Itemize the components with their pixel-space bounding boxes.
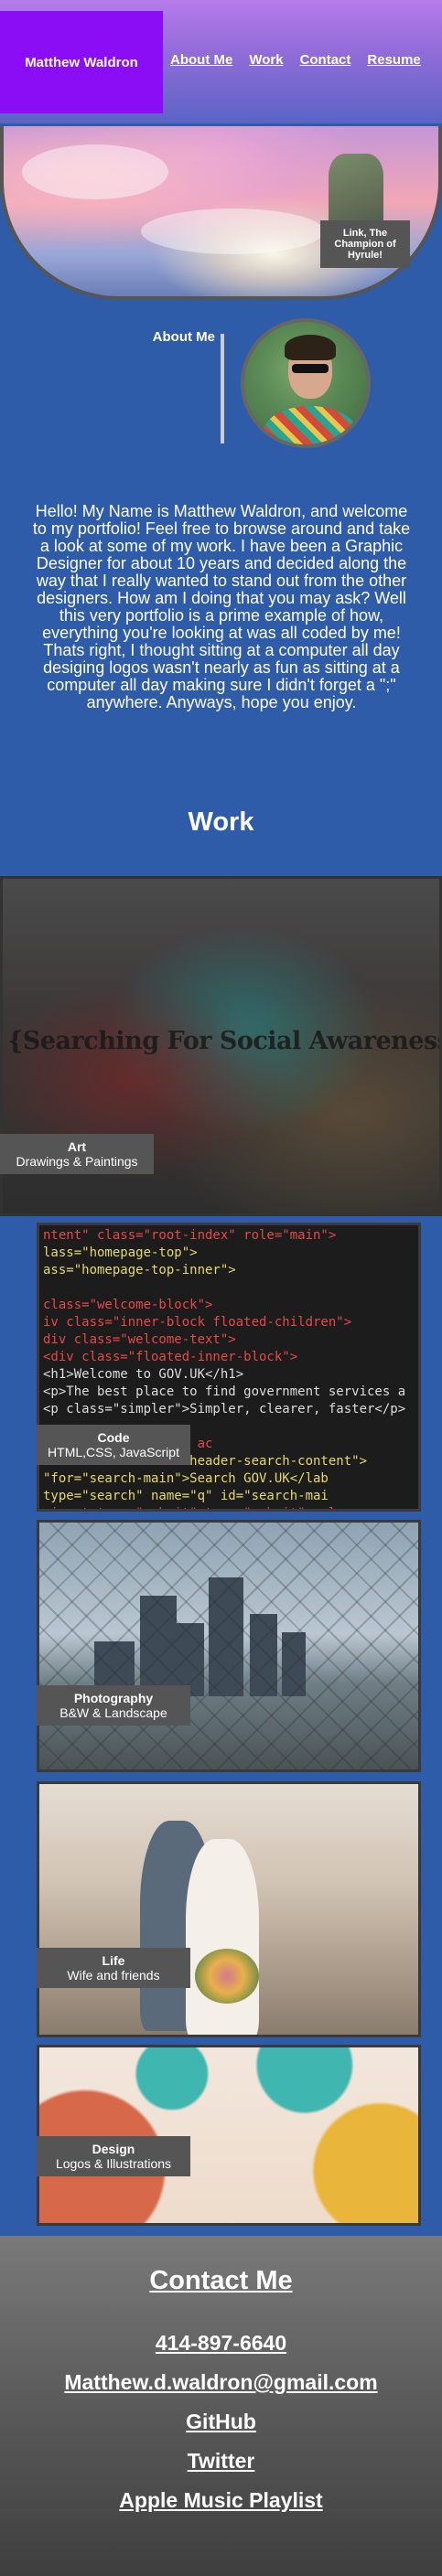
work-card-code[interactable]: ntent" class="root-index" role="main"> la… [37,1223,421,1512]
work-label-title: Life [102,1953,125,1968]
code-line: ass="homepage-top-inner"> [43,1263,236,1277]
about-me-heading: About Me [152,329,215,345]
code-line: <input type="submit" type="submit" value [43,1505,418,1509]
work-label-subtitle: Wife and friends [67,1968,160,1983]
code-line: <h1>Welcome to GOV.UK</h1> [43,1367,244,1382]
code-line: div class="welcome-text"> [43,1332,236,1347]
work-section-title: Work [188,807,254,837]
work-label-title: Design [92,2142,135,2156]
hero-cloud [22,144,168,199]
nav-work[interactable]: Work [249,52,283,68]
work-label-title: Art [67,1139,87,1154]
code-line: iv class="inner-block floated-children"> [43,1315,352,1330]
code-line: <p class="simpler">Simpler, clearer, fas… [43,1402,406,1416]
main-nav: About Me Work Contact Resume [170,52,421,68]
art-image-text: {Searching For Social Awareness} [7,1027,442,1055]
nav-resume[interactable]: Resume [367,52,420,68]
contact-section: Contact Me 414-897-6640 Matthew.d.waldro… [0,2236,442,2576]
life-bouquet [195,1949,259,2004]
avatar-glasses [292,364,329,373]
avatar-hair [285,335,336,360]
contact-phone-link[interactable]: 414-897-6640 [0,2331,442,2356]
code-line: <p>The best place to find government ser… [43,1384,406,1399]
work-label-subtitle: Drawings & Paintings [16,1154,138,1169]
work-label-title: Code [97,1430,130,1445]
contact-twitter-link[interactable]: Twitter [0,2449,442,2474]
hero-cloud [141,208,324,254]
work-label-art: Art Drawings & Paintings [0,1134,154,1174]
code-line: type="search" name="q" id="search-mai [43,1489,329,1503]
hero-banner-image [0,126,442,300]
profile-avatar [241,318,371,448]
brand-name: Matthew Waldron [25,54,138,70]
avatar-shirt [263,406,358,444]
work-label-photography: Photography B&W & Landscape [37,1685,190,1726]
work-card-design[interactable] [37,2045,421,2226]
hero-caption: Link, The Champion of Hyrule! [320,220,410,268]
code-line: ntent" class="root-index" role="main"> [43,1228,337,1243]
work-label-life: Life Wife and friends [37,1948,190,1988]
about-divider [221,334,224,444]
contact-email-link[interactable]: Matthew.d.waldron@gmail.com [0,2370,442,2395]
hero-character [329,154,383,227]
contact-title: Contact Me [149,2266,293,2295]
nav-about-me[interactable]: About Me [170,52,232,68]
photo-fence [39,1523,418,1769]
code-line: "for="search-main">Search GOV.UK</lab [43,1471,329,1486]
work-card-life[interactable] [37,1781,421,2037]
code-line: class="welcome-block"> [43,1298,213,1312]
work-label-title: Photography [73,1691,154,1705]
work-label-subtitle: Logos & Illustrations [55,2156,172,2171]
site-header: Matthew Waldron About Me Work Contact Re… [0,0,442,123]
life-person-bride [186,1839,259,2035]
work-label-code: Code HTML,CSS, JavaScript [37,1425,190,1465]
work-card-photography[interactable] [37,1520,421,1772]
work-label-subtitle: B&W & Landscape [59,1705,167,1720]
work-label-design: Design Logos & Illustrations [37,2136,190,2176]
code-line: lass="homepage-top"> [43,1245,198,1260]
brand-logo[interactable]: Matthew Waldron [0,11,163,113]
nav-contact[interactable]: Contact [300,52,351,68]
work-label-subtitle: HTML,CSS, JavaScript [48,1445,179,1459]
contact-github-link[interactable]: GitHub [0,2410,442,2434]
code-line: <div class="floated-inner-block"> [43,1350,298,1364]
about-intro-text: Hello! My Name is Matthew Waldron, and w… [32,502,411,711]
contact-playlist-link[interactable]: Apple Music Playlist [0,2488,442,2513]
